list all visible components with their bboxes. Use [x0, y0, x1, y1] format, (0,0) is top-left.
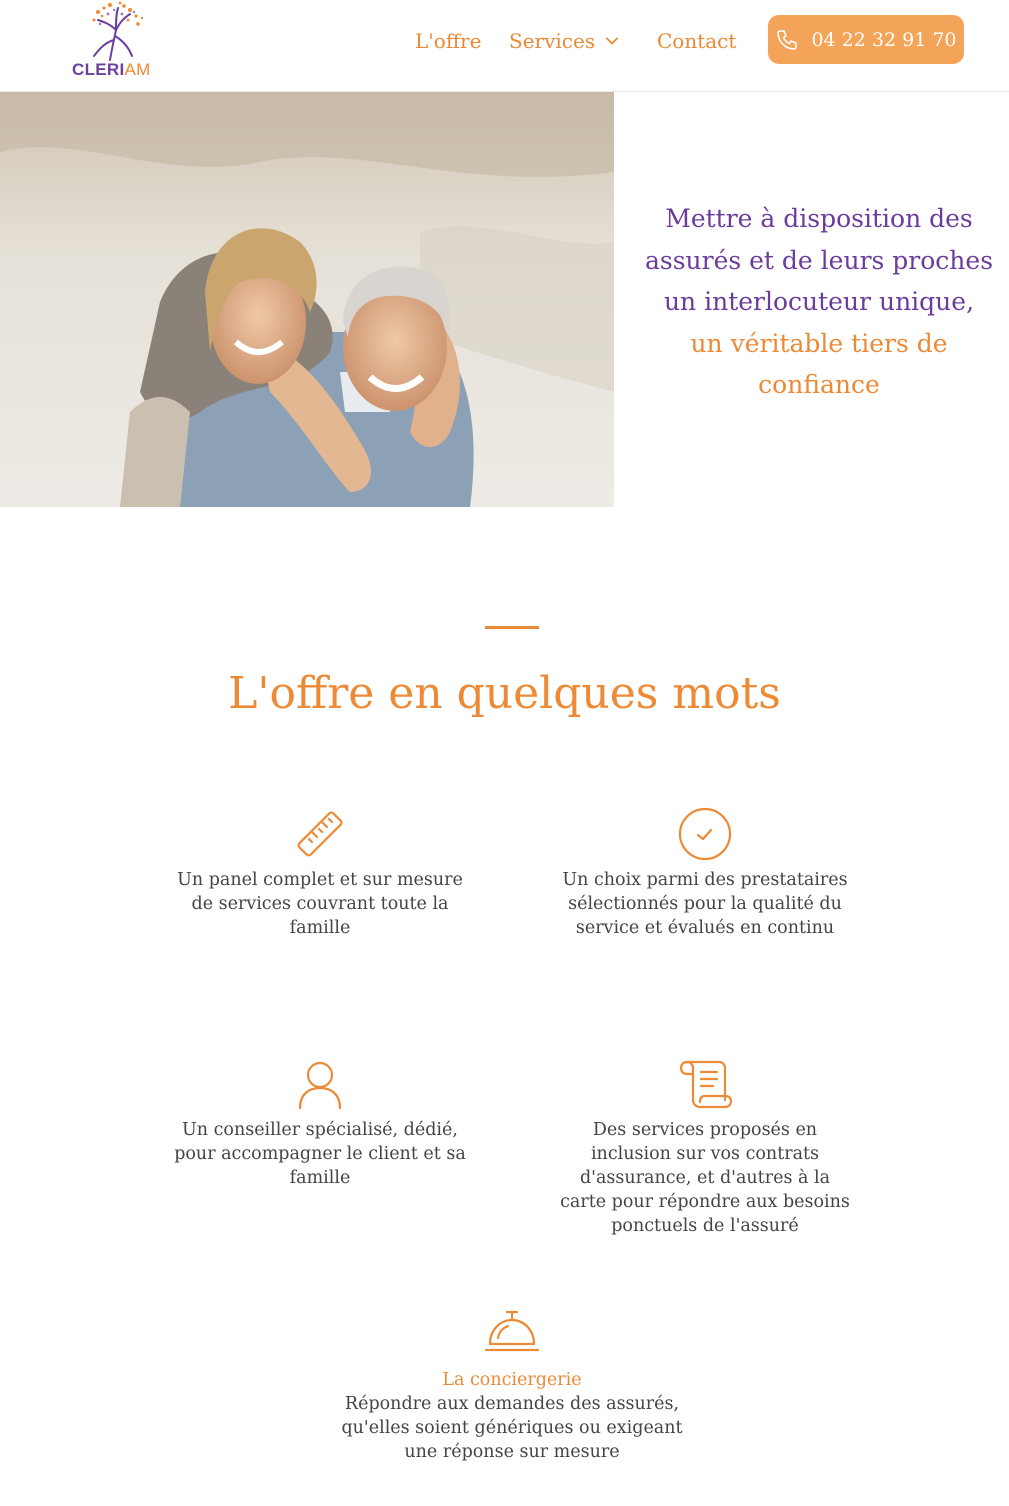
- site-header: CLERIAM L'offre Services Contact 04 22 3…: [0, 0, 1009, 92]
- section-divider: [485, 626, 539, 629]
- scroll-icon: [679, 1060, 733, 1109]
- logo-text-cleri: CLERI: [72, 60, 125, 79]
- feature-text: Un conseiller spécialisé, dédié, pour ac…: [174, 1120, 466, 1188]
- logo-text-am: AM: [124, 60, 151, 79]
- hero-tagline-main: Mettre à disposition des assurés et de l…: [644, 204, 994, 316]
- user-icon: [298, 1061, 342, 1110]
- logo[interactable]: CLERIAM: [68, 0, 158, 84]
- hero-photo-image: [0, 92, 614, 507]
- feature-item: Un choix parmi des prestataires sélectio…: [555, 806, 855, 940]
- logo-text: CLERIAM: [72, 60, 151, 80]
- concierge-feature: La conciergerie Répondre aux demandes de…: [330, 1308, 694, 1464]
- ruler-icon: [297, 811, 343, 857]
- feature-text: Un choix parmi des prestataires sélectio…: [562, 870, 848, 938]
- concierge-text: Répondre aux demandes des assurés, qu'el…: [341, 1394, 683, 1462]
- section-title: L'offre en quelques mots: [228, 668, 781, 719]
- concierge-title: La conciergerie: [442, 1370, 582, 1390]
- feature-text: Un panel complet et sur mesure de servic…: [177, 870, 463, 938]
- nav-services-label: Services: [509, 29, 596, 53]
- feature-text: Des services proposés en inclusion sur v…: [560, 1120, 850, 1236]
- phone-icon: [777, 29, 798, 50]
- hero-photo: [0, 92, 614, 507]
- phone-button[interactable]: 04 22 32 91 70: [768, 15, 964, 64]
- feature-item: Un panel complet et sur mesure de servic…: [170, 806, 470, 940]
- nav-link-offre[interactable]: L'offre: [415, 26, 481, 56]
- hero-tagline: Mettre à disposition des assurés et de l…: [636, 198, 1002, 406]
- phone-number: 04 22 32 91 70: [811, 28, 957, 51]
- check-circle-icon: [678, 807, 732, 861]
- hero-tagline-accent: un véritable tiers de confiance: [690, 328, 948, 400]
- tree-logo-icon: [92, 1, 144, 61]
- feature-item: Des services proposés en inclusion sur v…: [555, 1056, 855, 1238]
- service-bell-icon: [484, 1310, 540, 1352]
- feature-item: Un conseiller spécialisé, dédié, pour ac…: [170, 1056, 470, 1190]
- nav-link-contact[interactable]: Contact: [657, 26, 736, 56]
- chevron-down-icon: [606, 37, 618, 45]
- nav-link-services[interactable]: Services: [509, 26, 619, 56]
